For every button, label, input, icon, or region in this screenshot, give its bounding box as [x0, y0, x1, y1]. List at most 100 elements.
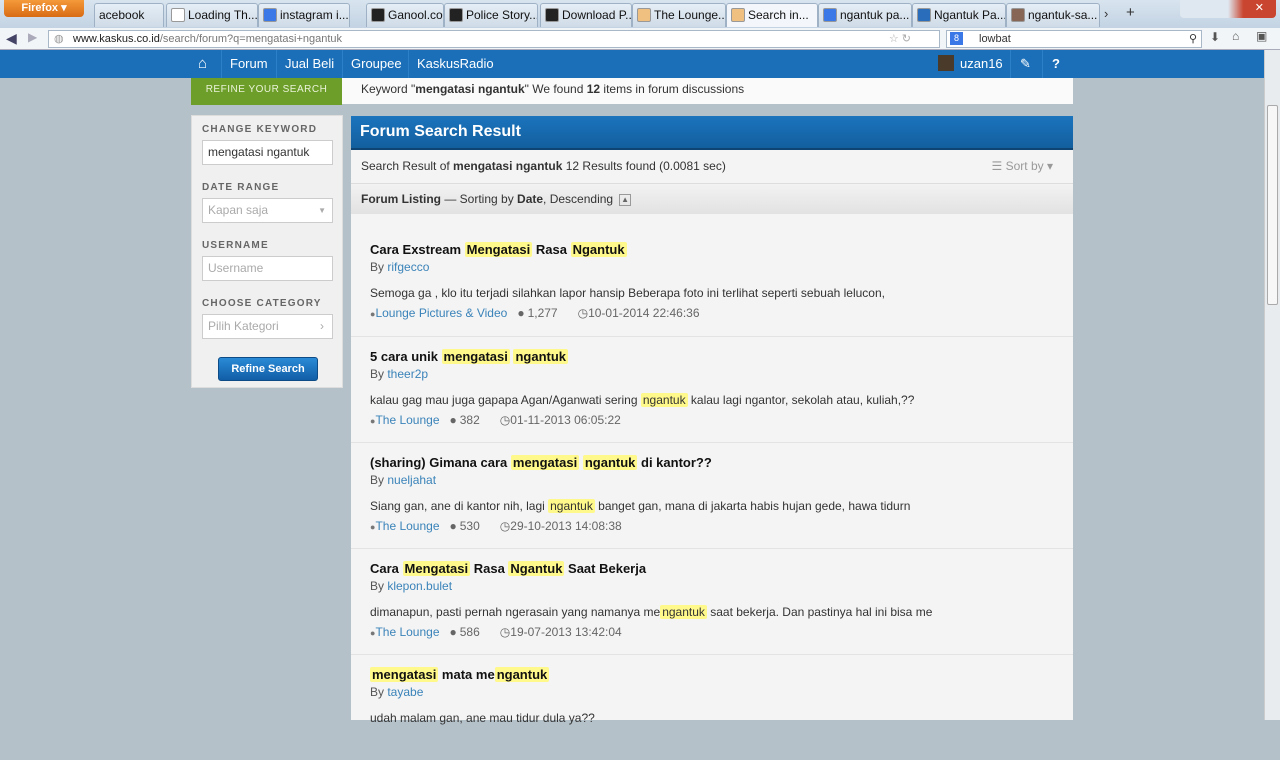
nav-jual-beli[interactable]: Jual Beli — [276, 50, 342, 78]
username-input[interactable]: Username — [202, 256, 333, 281]
bookmarks-icon[interactable]: ▣ — [1256, 29, 1267, 43]
scrollbar-thumb[interactable] — [1267, 105, 1278, 305]
result-title-link[interactable]: 5 cara unik mengatasi ngantuk — [370, 347, 1073, 367]
highlight-text: ngantuk — [548, 499, 595, 513]
downloads-icon[interactable]: ⬇ — [1210, 30, 1220, 44]
browser-tab[interactable]: acebook — [94, 3, 164, 27]
date-range-select[interactable]: Kapan saja ▼ — [202, 198, 333, 223]
tab-label: Ngantuk Pa... — [934, 8, 1006, 22]
browser-tab[interactable]: Police Story... — [444, 3, 538, 27]
list-icon: ☰ — [991, 159, 1003, 173]
replies-value: 530 — [459, 519, 480, 533]
favicon-icon — [171, 8, 185, 22]
browser-tab[interactable]: The Lounge... — [632, 3, 726, 27]
category-link[interactable]: The Lounge — [375, 625, 439, 639]
reply-count: ● 1,277 — [517, 306, 567, 320]
forum-listing-bar: Forum Listing — Sorting by Date, Descend… — [351, 184, 1073, 214]
highlight-text: Ngantuk — [508, 561, 565, 576]
browser-tab[interactable]: Ganool.co... — [366, 3, 444, 27]
highlight-text: mengatasi — [370, 667, 439, 682]
new-tab-icon[interactable]: + — [1126, 4, 1135, 21]
result-item: Cara Mengatasi Rasa Ngantuk Saat Bekerja… — [351, 548, 1073, 654]
browser-tab[interactable]: Ngantuk Pa... — [912, 3, 1006, 27]
browser-tab[interactable]: instagram i... — [258, 3, 350, 27]
bookmark-star-icon[interactable]: ☆ ↻ — [889, 31, 911, 47]
result-snippet: Siang gan, ane di kantor nih, lagi ngant… — [370, 495, 1073, 517]
result-item: 5 cara unik mengatasi ngantuk By theer2p k… — [351, 336, 1073, 442]
author-link[interactable]: tayabe — [387, 685, 423, 699]
result-title-link[interactable]: (sharing) Gimana cara mengatasi ngantuk … — [370, 453, 1073, 473]
chevron-right-icon: › — [320, 319, 324, 333]
by-label: By — [370, 473, 388, 487]
category: ●The Lounge — [370, 413, 440, 427]
result-snippet: dimanapun, pasti pernah ngerasain yang n… — [370, 601, 1073, 623]
refine-your-search-tab[interactable]: REFINE YOUR SEARCH — [191, 78, 342, 105]
kw-mid: " We found — [524, 82, 587, 96]
category-link[interactable]: Lounge Pictures & Video — [375, 306, 507, 320]
browser-tab[interactable]: Download P... — [540, 3, 632, 27]
comment-icon: ● — [449, 519, 457, 533]
change-keyword-label: CHANGE KEYWORD — [202, 124, 318, 135]
user-menu[interactable]: uzan16 — [930, 50, 1011, 78]
category-link[interactable]: The Lounge — [375, 413, 439, 427]
page-scrollbar[interactable] — [1264, 50, 1280, 720]
back-icon[interactable]: ◀ — [6, 30, 17, 47]
category: ●Lounge Pictures & Video — [370, 306, 507, 320]
favicon-icon — [449, 8, 463, 22]
sort-by-label: Sort by — [1005, 159, 1044, 173]
text-segment: Cara — [370, 561, 403, 576]
tab-scroll-right-icon[interactable]: › — [1104, 6, 1108, 21]
highlight-text: ngantuk — [494, 667, 550, 682]
browser-tab[interactable]: Search in... — [726, 3, 818, 27]
listing-label: Forum Listing — [361, 192, 441, 206]
date-range-value: Kapan saja — [208, 203, 269, 217]
browser-tab[interactable]: ngantuk-sa... — [1006, 3, 1100, 27]
post-date: ◷01-11-2013 06:05:22 — [500, 413, 631, 427]
author-link[interactable]: nueljahat — [387, 473, 436, 487]
tab-label: Download P... — [562, 8, 632, 22]
refine-search-button[interactable]: Refine Search — [218, 357, 318, 381]
firefox-menu-button[interactable]: Firefox ▾ — [4, 0, 84, 17]
result-title-link[interactable]: Cara Mengatasi Rasa Ngantuk Saat Bekerja — [370, 559, 1073, 579]
category-link[interactable]: The Lounge — [375, 519, 439, 533]
tab-label: instagram i... — [280, 8, 349, 22]
nav-home-icon[interactable]: ⌂ — [190, 50, 215, 78]
favicon-icon — [731, 8, 745, 22]
result-title-link[interactable]: Cara Exstream Mengatasi Rasa Ngantuk — [370, 240, 1073, 260]
result-author: By nueljahat — [370, 473, 1073, 489]
username-label: USERNAME — [202, 240, 269, 251]
search-input[interactable]: lowbat — [979, 33, 1011, 45]
browser-tab[interactable]: ngantuk pa... — [818, 3, 912, 27]
collapse-toggle-icon[interactable]: ▲ — [619, 193, 632, 206]
nav-kaskusradio[interactable]: KaskusRadio — [408, 50, 502, 78]
search-icon[interactable]: ⚲ — [1189, 31, 1197, 47]
category: ●The Lounge — [370, 519, 440, 533]
results-header: Forum Search Result — [351, 116, 1073, 150]
home-icon[interactable]: ⌂ — [1232, 29, 1239, 43]
result-title-link[interactable]: mengatasi mata me ngantuk — [370, 665, 1073, 685]
nav-forum[interactable]: Forum — [221, 50, 276, 78]
forward-icon[interactable]: ▶ — [28, 30, 37, 44]
help-icon[interactable]: ? — [1042, 50, 1069, 78]
search-bar[interactable]: 8 lowbat ⚲ — [946, 30, 1202, 48]
window-controls[interactable]: ✕ — [1180, 0, 1276, 18]
url-bar[interactable]: ◍ www.kaskus.co.id/search/forum?q=mengata… — [48, 30, 940, 48]
edit-pencil-icon[interactable]: ✎ — [1010, 50, 1040, 78]
by-label: By — [370, 685, 388, 699]
clock-icon: ◷ — [499, 625, 511, 639]
category-select[interactable]: Pilih Kategori › — [202, 314, 333, 339]
author-link[interactable]: klepon.bulet — [387, 579, 452, 593]
nav-groupee[interactable]: Groupee — [342, 50, 410, 78]
post-date: ◷19-07-2013 13:42:04 — [500, 625, 632, 639]
keyword-summary: Keyword "mengatasi ngantuk" We found 12 … — [342, 78, 1073, 104]
author-link[interactable]: theer2p — [387, 367, 428, 381]
browser-tab[interactable]: Loading Th... — [166, 3, 258, 27]
result-meta: ●The Lounge ● 586 ◷19-07-2013 13:42:04 — [370, 625, 1073, 639]
author-link[interactable]: rifgecco — [387, 260, 429, 274]
keyword-input[interactable]: mengatasi ngantuk — [202, 140, 333, 165]
date-value: 29-10-2013 14:08:38 — [510, 519, 622, 533]
chevron-down-icon: ▼ — [318, 206, 326, 215]
tab-label: ngantuk-sa... — [1028, 8, 1098, 22]
highlight-text: mengatasi — [510, 455, 580, 470]
sort-by-dropdown[interactable]: ☰ Sort by ▾ — [992, 150, 1053, 182]
